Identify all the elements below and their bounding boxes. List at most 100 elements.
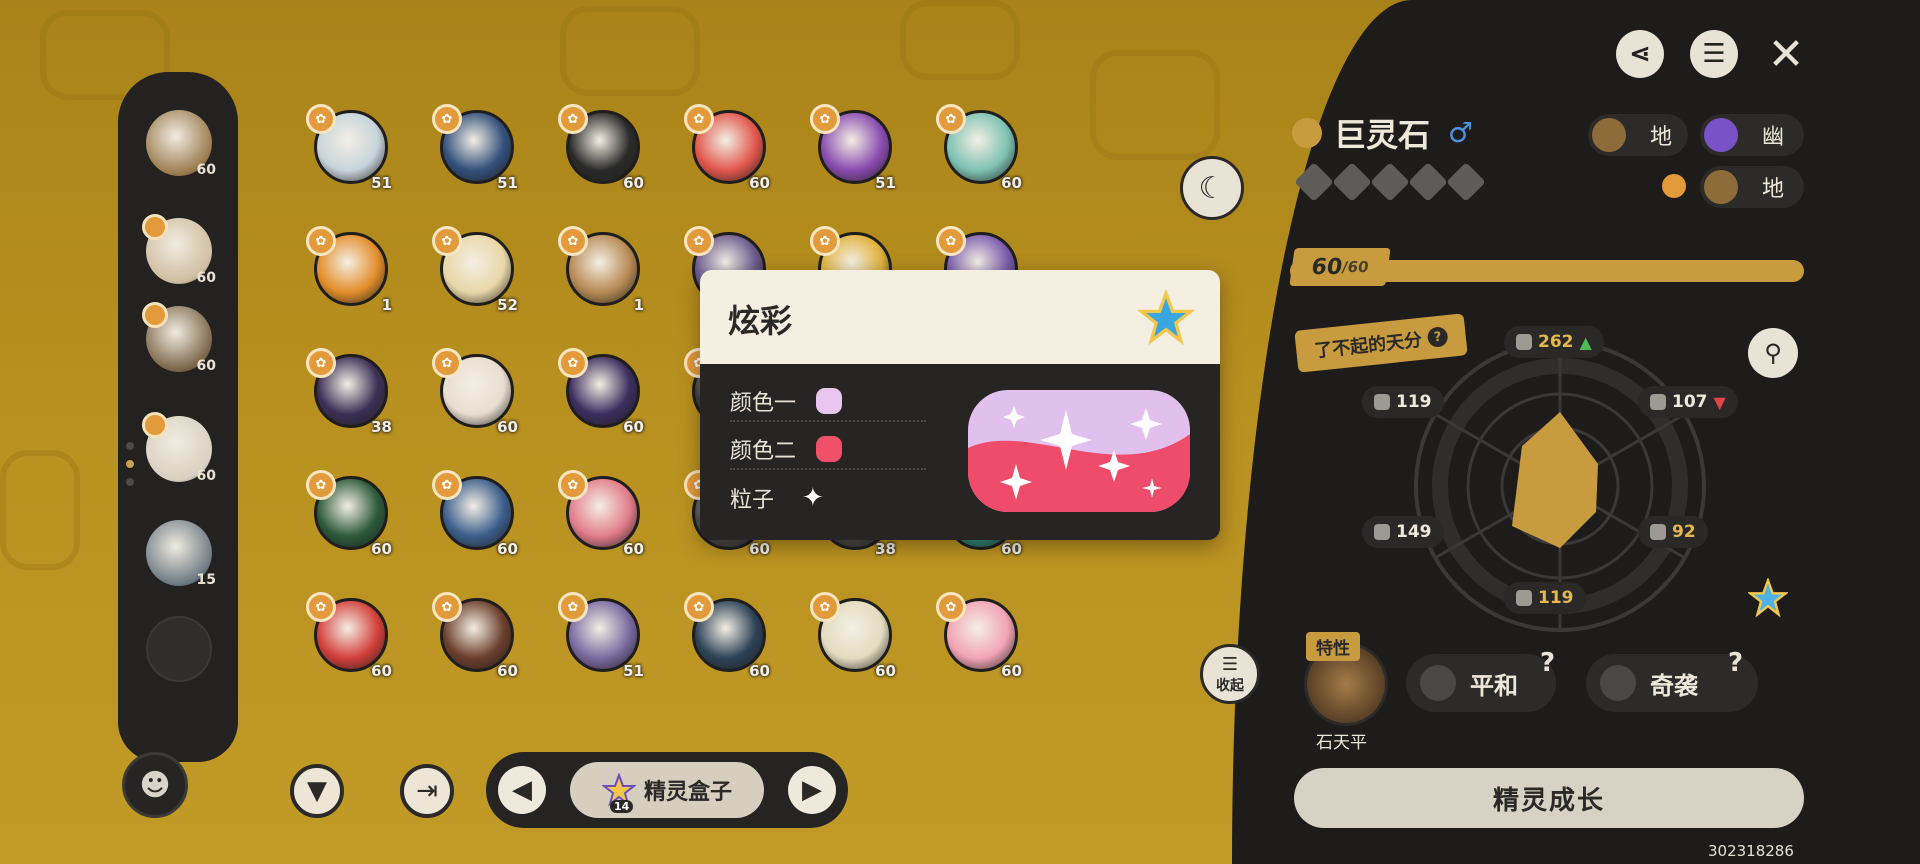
pet-grid-cell[interactable]: ✿ 60 [930, 100, 1026, 196]
sidebar-pet-slot[interactable]: 60 [146, 110, 216, 178]
gender-icon: ♂ [1448, 116, 1474, 149]
particle-label: 粒子 [730, 488, 775, 513]
filter-button[interactable]: ▼ [290, 764, 344, 818]
fruit-badge-icon: ✿ [306, 592, 336, 622]
pet-level: 60 [749, 540, 770, 558]
type-chip-earth[interactable]: 地 [1588, 114, 1688, 156]
prev-box-button[interactable]: ◀ [498, 766, 546, 814]
ghost-type-icon [1704, 118, 1738, 152]
pet-gallery-button[interactable]: ☾ [1180, 156, 1244, 220]
sub-type-chip[interactable]: 地 [1700, 166, 1804, 208]
pet-grid-cell[interactable]: ✿ 60 [300, 588, 396, 684]
pet-grid-cell[interactable]: ✿ 60 [678, 100, 774, 196]
sidebar-trainer-icon[interactable]: ☻ [122, 752, 188, 818]
pet-grid-cell[interactable]: ✿ 51 [552, 588, 648, 684]
pet-grid-cell[interactable]: ✿ 60 [426, 588, 522, 684]
fruit-badge-icon: ✿ [810, 226, 840, 256]
pet-level: 60 [371, 662, 392, 680]
pet-grid-cell[interactable]: ✿ 60 [426, 466, 522, 562]
collapse-icon: ☰ [1221, 653, 1239, 675]
pet-grid-cell[interactable]: ✿ 60 [678, 588, 774, 684]
pet-grid-cell[interactable]: ✿ 60 [426, 344, 522, 440]
pet-box-selector[interactable]: 14 精灵盒子 [570, 762, 764, 818]
sidebar-empty-slot[interactable] [146, 616, 212, 682]
popup-header: 炫彩 [700, 270, 1220, 364]
pet-grid-cell[interactable]: ✿ 60 [552, 100, 648, 196]
pet-grid-cell[interactable]: ✿ 38 [300, 344, 396, 440]
shiny-preview [968, 390, 1190, 512]
fruit-badge-icon: ✿ [432, 592, 462, 622]
wand-icon [1374, 394, 1390, 410]
popup-body: 颜色一 颜色二 粒子 ✦ [700, 364, 1220, 540]
fruit-badge-icon: ✿ [558, 348, 588, 378]
pet-grid-cell[interactable]: ✿ 51 [300, 100, 396, 196]
pet-level: 51 [371, 174, 392, 192]
pet-level: 60 [623, 540, 644, 558]
user-id: 302318286 [1708, 842, 1794, 860]
fruit-badge-icon: ✿ [810, 104, 840, 134]
pet-grid-cell[interactable]: ✿ 1 [552, 222, 648, 318]
pet-level: 60 [623, 174, 644, 192]
fruit-badge-icon: ✿ [684, 104, 714, 134]
color-two-swatch [816, 436, 843, 462]
pet-level: 60 [1001, 662, 1022, 680]
pet-level: 38 [875, 540, 896, 558]
pet-grid-cell[interactable]: ✿ 51 [804, 100, 900, 196]
nature-chip-1[interactable]: 平和 [1406, 654, 1556, 712]
pet-level: 60 [371, 540, 392, 558]
collapse-button[interactable]: ☰ 收起 [1200, 644, 1260, 704]
pet-grid-cell[interactable]: ✿ 1 [300, 222, 396, 318]
fruit-badge-icon: ✿ [558, 592, 588, 622]
sidebar-pet-slot[interactable]: 60 [142, 302, 216, 374]
stat-def: 92 [1638, 516, 1708, 548]
pet-name: 巨灵石 [1334, 116, 1431, 154]
pet-grid-cell[interactable]: ✿ 52 [426, 222, 522, 318]
pet-level: 60 [196, 270, 216, 286]
color-one-swatch [816, 388, 843, 414]
pet-growth-button[interactable]: 精灵成长 [1294, 768, 1804, 828]
background-decoration [0, 450, 80, 570]
exit-button[interactable]: ⇥ [400, 764, 454, 818]
pet-grid-cell[interactable]: ✿ 51 [426, 100, 522, 196]
fruit-badge-icon: ✿ [558, 470, 588, 500]
type-chip-ghost[interactable]: 幽 [1700, 114, 1804, 156]
pet-level: 60 [749, 662, 770, 680]
fruit-badge-icon: ✿ [558, 226, 588, 256]
type-label: 地 [1650, 125, 1673, 150]
shiny-star-icon[interactable] [1746, 576, 1790, 618]
level-value: 60 [1309, 254, 1344, 280]
rating-star-icon [1294, 162, 1334, 202]
sidebar-pet-slot[interactable]: 60 [142, 214, 216, 286]
fruit-badge-icon: ✿ [432, 348, 462, 378]
share-button[interactable]: ⋖ [1616, 30, 1664, 78]
pet-grid-cell[interactable]: ✿ 60 [300, 466, 396, 562]
close-button[interactable]: ✕ [1762, 28, 1810, 80]
pet-grid-cell[interactable]: ✿ 60 [552, 344, 648, 440]
fruit-badge-icon: ✿ [936, 592, 966, 622]
nature-star-icon [1420, 665, 1456, 701]
box-count: 14 [609, 800, 634, 813]
filter-icon: ▼ [307, 776, 327, 806]
list-button[interactable]: ☰ [1690, 30, 1738, 78]
color-one-row: 颜色一 [730, 382, 926, 422]
boot-icon [1516, 590, 1532, 606]
pet-silhouette-icon: ☾ [1198, 170, 1226, 206]
help-icon[interactable]: ? [1728, 648, 1743, 678]
pet-level: 51 [623, 662, 644, 680]
close-icon: ✕ [1767, 28, 1805, 80]
pet-grid-cell[interactable]: ✿ 60 [930, 588, 1026, 684]
fruit-badge-icon: ✿ [684, 226, 714, 256]
sidebar-pet-slot[interactable]: 15 [146, 520, 216, 588]
help-icon[interactable]: ? [1540, 648, 1555, 678]
next-box-button[interactable]: ▶ [788, 766, 836, 814]
pet-grid-cell[interactable]: ✿ 60 [804, 588, 900, 684]
list-icon: ☰ [1702, 39, 1726, 69]
talent-label: 了不起的天分 [1313, 329, 1424, 362]
sidebar-pet-slot[interactable]: 60 [142, 412, 216, 484]
fruit-badge-icon: ✿ [936, 104, 966, 134]
pet-grid-cell[interactable]: ✿ 60 [552, 466, 648, 562]
zoom-button[interactable]: ⚲ [1748, 328, 1798, 378]
pet-level: 60 [497, 662, 518, 680]
fruit-badge-icon: ✿ [684, 592, 714, 622]
fruit-badge-icon [142, 214, 168, 240]
